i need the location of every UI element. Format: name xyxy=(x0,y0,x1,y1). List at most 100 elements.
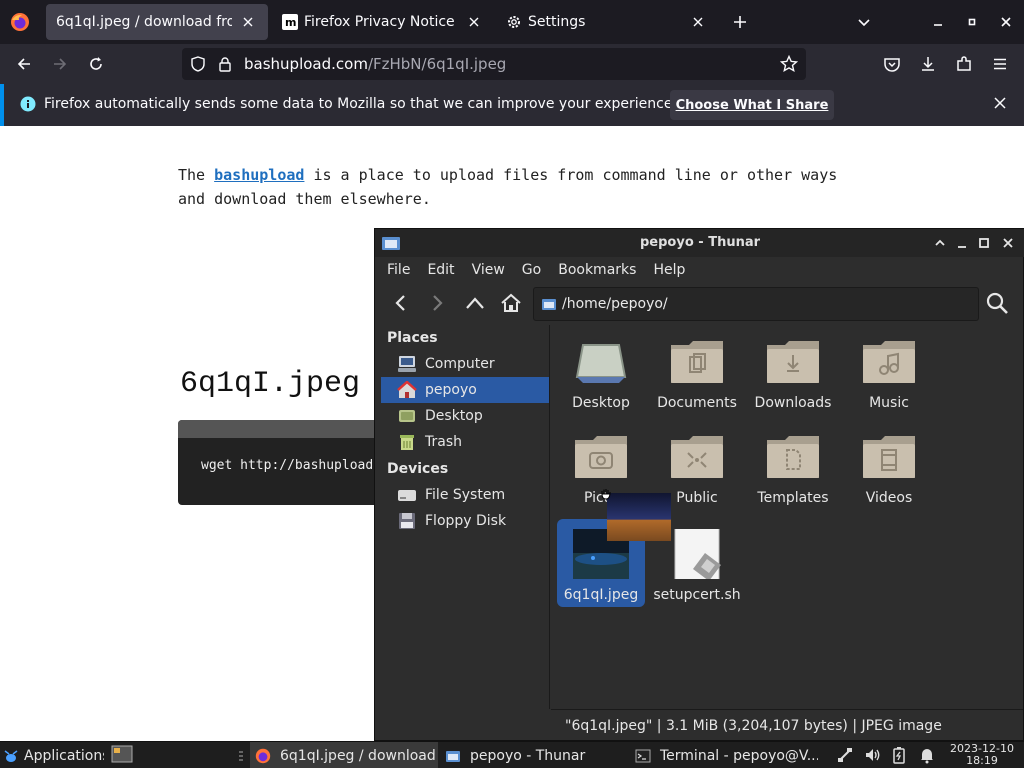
grab-cursor-icon xyxy=(599,487,613,505)
applications-label: Applications xyxy=(24,747,104,764)
intro-text-start: The xyxy=(178,166,215,184)
computer-icon xyxy=(397,355,417,373)
sidebar-item-pepoyo[interactable]: pepoyo xyxy=(381,377,549,403)
wget-command[interactable]: wget http://bashupload.c xyxy=(201,458,378,473)
file-label: Videos xyxy=(865,490,913,506)
lock-icon[interactable] xyxy=(218,56,232,76)
places-header: Places xyxy=(387,330,438,346)
file-label: 6q1qI.jpeg xyxy=(563,587,639,603)
sidebar-item-file-system[interactable]: File System xyxy=(381,482,549,508)
terminal-icon xyxy=(634,747,652,765)
file-item-templates[interactable]: Templates xyxy=(749,422,837,510)
file-label: Templates xyxy=(757,490,829,506)
thunar-title: pepoyo - Thunar xyxy=(639,235,761,250)
forward-button[interactable] xyxy=(48,52,72,76)
firefox-logo-icon[interactable] xyxy=(8,10,32,34)
sidebar-item-computer[interactable]: Computer xyxy=(381,351,549,377)
firefox-logo-icon xyxy=(254,747,272,765)
shield-icon[interactable] xyxy=(190,56,206,76)
window-list-handle[interactable] xyxy=(238,742,248,768)
file-item-music[interactable]: Music xyxy=(845,327,933,415)
home-button[interactable] xyxy=(497,289,525,317)
browser-tab-strip: 6q1qI.jpeg / download from m Firefox Pri… xyxy=(0,0,1024,44)
chevron-down-icon[interactable] xyxy=(852,10,876,34)
maximize-button[interactable] xyxy=(960,10,984,34)
chevron-up-icon[interactable] xyxy=(931,234,949,252)
show-desktop-button[interactable] xyxy=(108,742,136,768)
taskbar-clock[interactable]: 2023-12-10 18:19 xyxy=(946,743,1018,767)
applications-menu-button[interactable]: Applications xyxy=(2,742,104,768)
taskbar-item-label: pepoyo - Thunar xyxy=(470,747,586,764)
minimize-button[interactable] xyxy=(953,234,971,252)
close-window-button[interactable] xyxy=(999,234,1017,252)
taskbar-item-label: 6q1qI.jpeg / download ... xyxy=(280,747,438,764)
location-path: /home/pepoyo/ xyxy=(562,296,668,312)
reload-button[interactable] xyxy=(84,52,108,76)
close-icon[interactable] xyxy=(688,12,708,32)
tab-privacy-notice[interactable]: m Firefox Privacy Notice — xyxy=(272,4,494,40)
tab-settings[interactable]: Settings xyxy=(496,4,718,40)
tab-download[interactable]: 6q1qI.jpeg / download from xyxy=(46,4,268,40)
drag-preview-image xyxy=(607,493,671,541)
status-text: "6q1qI.jpeg" | 3.1 MiB (3,204,107 bytes)… xyxy=(565,718,942,734)
taskbar-item-firefox[interactable]: 6q1qI.jpeg / download ... xyxy=(250,742,438,768)
taskbar-item-thunar[interactable]: pepoyo - Thunar xyxy=(440,742,628,768)
bashupload-link[interactable]: bashupload xyxy=(214,166,304,184)
sidebar-item-label: File System xyxy=(425,487,506,503)
sidebar-item-trash[interactable]: Trash xyxy=(381,429,549,455)
menu-go[interactable]: Go xyxy=(522,257,541,283)
script-file-icon xyxy=(674,529,721,579)
sidebar-item-desktop[interactable]: Desktop xyxy=(381,403,549,429)
file-item-desktop[interactable]: Desktop xyxy=(557,327,645,415)
folder-documents-icon xyxy=(671,341,723,383)
back-button[interactable] xyxy=(12,52,36,76)
file-label: Music xyxy=(869,395,909,411)
minimize-button[interactable] xyxy=(926,10,950,34)
new-tab-button[interactable] xyxy=(728,10,752,34)
close-icon[interactable] xyxy=(994,97,1006,113)
close-window-button[interactable] xyxy=(994,10,1018,34)
floppy-disk-icon xyxy=(397,512,417,530)
choose-what-i-share-button[interactable]: Choose What I Share xyxy=(670,90,834,120)
sidebar-item-floppy-disk[interactable]: Floppy Disk xyxy=(381,508,549,534)
download-icon[interactable] xyxy=(916,52,940,76)
taskbar-item-terminal[interactable]: Terminal - pepoyo@V... xyxy=(630,742,818,768)
notification-bell-icon[interactable] xyxy=(918,746,936,764)
file-item-documents[interactable]: Documents xyxy=(653,327,741,415)
parent-folder-button[interactable] xyxy=(461,289,489,317)
close-icon[interactable] xyxy=(464,12,484,32)
back-button[interactable] xyxy=(387,289,415,317)
volume-icon[interactable] xyxy=(864,746,882,764)
folder-music-icon xyxy=(863,341,915,383)
thunar-titlebar[interactable]: pepoyo - Thunar xyxy=(375,229,1024,257)
url-domain: bashupload.com xyxy=(244,55,368,73)
menu-file[interactable]: File xyxy=(387,257,410,283)
url-path: /FzHbN/6q1qI.jpeg xyxy=(367,55,507,73)
url-text[interactable]: bashupload.com/FzHbN/6q1qI.jpeg xyxy=(244,55,506,73)
bookmark-star-icon[interactable] xyxy=(779,54,799,77)
home-folder-icon xyxy=(397,381,417,399)
folder-icon xyxy=(541,297,557,315)
url-bar[interactable]: bashupload.com/FzHbN/6q1qI.jpeg xyxy=(182,48,806,80)
svg-text:m: m xyxy=(285,16,296,29)
hamburger-menu-icon[interactable] xyxy=(988,52,1012,76)
menu-view[interactable]: View xyxy=(472,257,505,283)
menu-help[interactable]: Help xyxy=(653,257,685,283)
location-bar[interactable]: /home/pepoyo/ xyxy=(533,287,979,321)
maximize-button[interactable] xyxy=(975,234,993,252)
folder-templates-icon xyxy=(767,436,819,478)
close-icon[interactable] xyxy=(238,12,258,32)
network-icon[interactable] xyxy=(836,746,854,764)
xfce-mouse-icon xyxy=(2,747,20,765)
desktop-icon xyxy=(575,344,627,383)
menu-bookmarks[interactable]: Bookmarks xyxy=(558,257,636,283)
file-item-videos[interactable]: Videos xyxy=(845,422,933,510)
forward-button[interactable] xyxy=(423,289,451,317)
extensions-icon[interactable] xyxy=(952,52,976,76)
file-item-downloads[interactable]: Downloads xyxy=(749,327,837,415)
menu-edit[interactable]: Edit xyxy=(427,257,454,283)
search-icon[interactable] xyxy=(983,289,1011,317)
pocket-icon[interactable] xyxy=(880,52,904,76)
battery-icon[interactable] xyxy=(890,746,908,764)
file-label: Downloads xyxy=(754,395,832,411)
